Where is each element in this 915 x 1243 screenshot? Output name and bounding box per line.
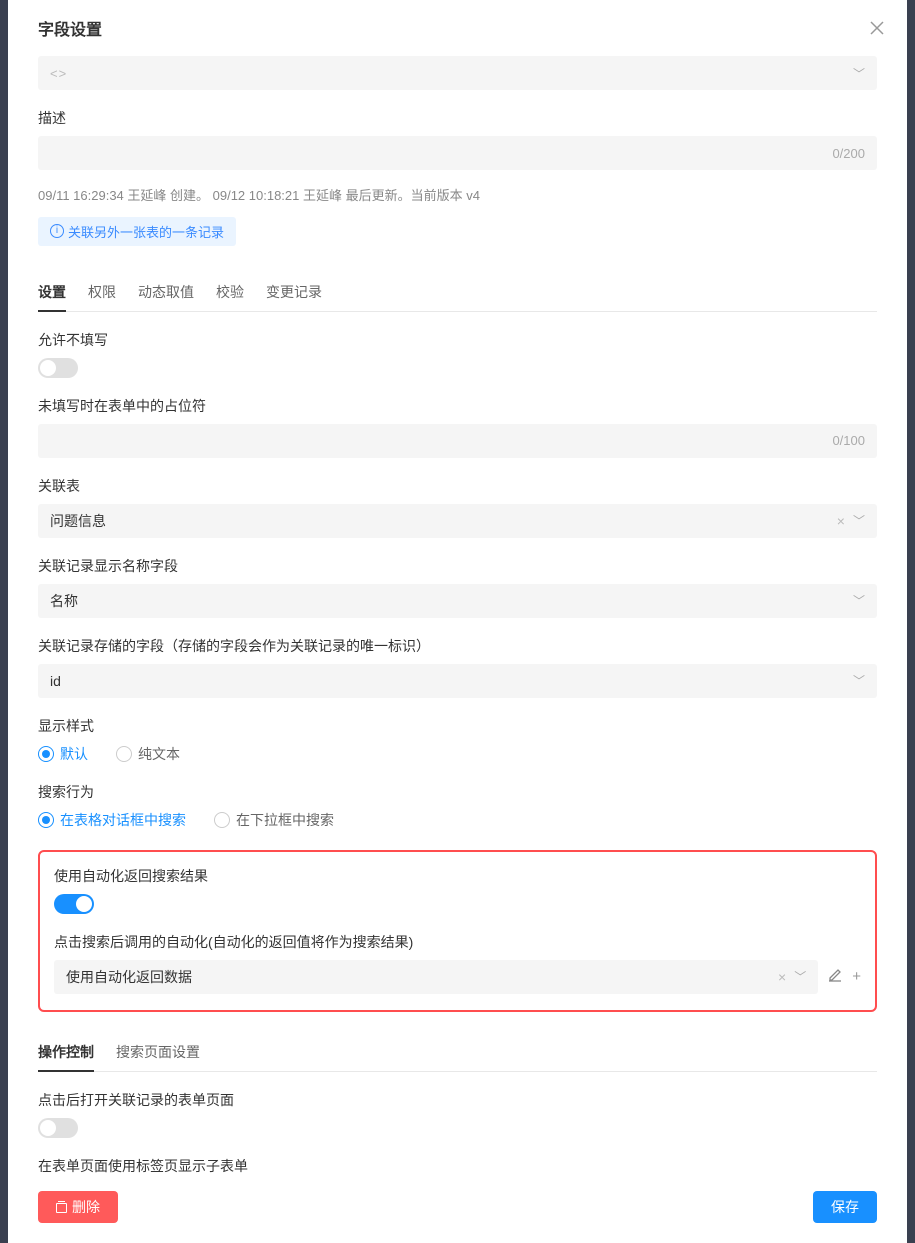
modal-title: 字段设置 [38, 16, 102, 40]
modal-header: 字段设置 [8, 0, 907, 56]
select-automation[interactable]: 使用自动化返回数据 × ﹀ [54, 960, 818, 994]
select-rel-table-value: 问题信息 [50, 511, 106, 531]
modal-body: <> ﹀ 描述 0/200 09/11 16:29:34 王延峰 创建。 09/… [8, 56, 907, 1175]
select-rel-store[interactable]: id ﹀ [38, 664, 877, 698]
toggle-allow-empty[interactable] [38, 358, 78, 378]
select-automation-value: 使用自动化返回数据 [66, 967, 192, 987]
radio-search-dialog-label: 在表格对话框中搜索 [60, 810, 186, 830]
field-settings-modal: 字段设置 <> ﹀ 描述 0/200 09/11 16:29:34 王延峰 创建… [8, 0, 907, 1243]
radio-plaintext-label: 纯文本 [138, 744, 180, 764]
secondary-tabs: 操作控制 搜索页面设置 [38, 1034, 877, 1072]
radio-search-behavior: 在表格对话框中搜索 在下拉框中搜索 [38, 810, 877, 830]
trash-icon [56, 1201, 67, 1213]
radio-display-style: 默认 纯文本 [38, 744, 877, 764]
toggle-open-form[interactable] [38, 1118, 78, 1138]
select-rel-display-value: 名称 [50, 591, 78, 611]
label-tab-subform: 在表单页面使用标签页显示子表单 [38, 1156, 877, 1175]
label-display-style: 显示样式 [38, 716, 877, 736]
label-description: 描述 [38, 108, 877, 128]
select-rel-display[interactable]: 名称 ﹀ [38, 584, 877, 618]
label-auto-call: 点击搜索后调用的自动化(自动化的返回值将作为搜索结果) [54, 932, 861, 952]
edit-icon[interactable] [828, 968, 842, 986]
radio-search-dialog[interactable]: 在表格对话框中搜索 [38, 810, 186, 830]
select-rel-store-value: id [50, 673, 61, 689]
radio-default-label: 默认 [60, 744, 88, 764]
close-button[interactable] [867, 18, 887, 38]
label-rel-display: 关联记录显示名称字段 [38, 556, 877, 576]
placeholder-input[interactable]: 0/100 [38, 424, 877, 458]
chevron-down-icon: ﹀ [853, 512, 865, 529]
clear-icon[interactable]: × [837, 513, 845, 529]
main-tabs: 设置 权限 动态取值 校验 变更记录 [38, 274, 877, 312]
placeholder-counter: 0/100 [832, 433, 865, 448]
label-rel-store: 关联记录存储的字段（存储的字段会作为关联记录的唯一标识） [38, 636, 877, 656]
clear-icon[interactable]: × [778, 969, 786, 985]
delete-label: 删除 [72, 1197, 100, 1217]
radio-default[interactable]: 默认 [38, 744, 88, 764]
close-icon [870, 21, 884, 35]
modal-footer: 删除 保存 [8, 1175, 907, 1243]
radio-search-dropdown-label: 在下拉框中搜索 [236, 810, 334, 830]
chevron-down-icon: ﹀ [794, 968, 806, 985]
chevron-down-icon: ﹀ [853, 592, 865, 609]
chevron-down-icon: ﹀ [853, 65, 865, 82]
toggle-auto-search[interactable] [54, 894, 94, 914]
tab-settings[interactable]: 设置 [38, 274, 66, 312]
desc-counter: 0/200 [832, 146, 865, 161]
label-open-form: 点击后打开关联记录的表单页面 [38, 1090, 877, 1110]
tab-permissions[interactable]: 权限 [88, 274, 116, 312]
description-input[interactable]: 0/200 [38, 136, 877, 170]
link-icon: i [50, 224, 64, 238]
label-rel-table: 关联表 [38, 476, 877, 496]
radio-plaintext[interactable]: 纯文本 [116, 744, 180, 764]
save-label: 保存 [831, 1197, 859, 1217]
field-type-tag[interactable]: i 关联另外一张表的一条记录 [38, 217, 236, 246]
chevron-down-icon: ﹀ [853, 672, 865, 689]
code-expression-bar[interactable]: <> ﹀ [38, 56, 877, 90]
tab-dynamic[interactable]: 动态取值 [138, 274, 194, 312]
save-button[interactable]: 保存 [813, 1191, 877, 1223]
tab-validate[interactable]: 校验 [216, 274, 244, 312]
tab-action-control[interactable]: 操作控制 [38, 1034, 94, 1072]
tab-changelog[interactable]: 变更记录 [266, 274, 322, 312]
code-icon: <> [50, 66, 67, 81]
label-allow-empty: 允许不填写 [38, 330, 877, 350]
field-type-label: 关联另外一张表的一条记录 [68, 222, 224, 241]
delete-button[interactable]: 删除 [38, 1191, 118, 1223]
meta-info: 09/11 16:29:34 王延峰 创建。 09/12 10:18:21 王延… [38, 186, 877, 207]
tab-search-page[interactable]: 搜索页面设置 [116, 1034, 200, 1072]
select-rel-table[interactable]: 问题信息 × ﹀ [38, 504, 877, 538]
radio-search-dropdown[interactable]: 在下拉框中搜索 [214, 810, 334, 830]
label-placeholder: 未填写时在表单中的占位符 [38, 396, 877, 416]
add-icon[interactable]: + [852, 968, 861, 985]
label-auto-search: 使用自动化返回搜索结果 [54, 866, 861, 886]
automation-highlight-box: 使用自动化返回搜索结果 点击搜索后调用的自动化(自动化的返回值将作为搜索结果) … [38, 850, 877, 1012]
label-search-behavior: 搜索行为 [38, 782, 877, 802]
